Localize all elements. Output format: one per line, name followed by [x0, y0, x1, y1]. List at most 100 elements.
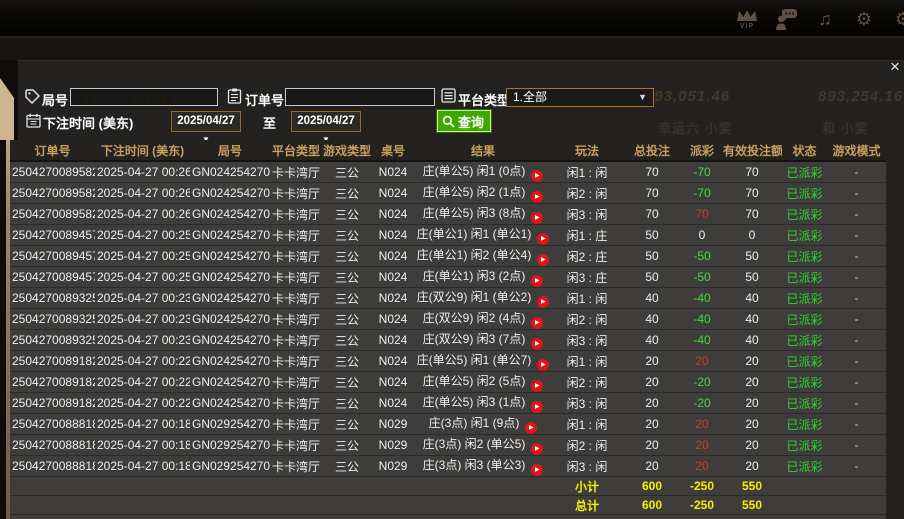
cell-valid-bet: 70 — [722, 204, 782, 225]
sub-header-band — [0, 37, 904, 61]
cell-order: 250427008958261 — [10, 183, 95, 204]
cell-round: GN0242542700G — [190, 372, 270, 393]
column-header: 下注时间 (美东) — [95, 140, 190, 161]
result-text: 庄(单公1) 闲1 (单公1) — [417, 225, 532, 242]
bet-records-table: 订单号下注时间 (美东)局号平台类型游戏类型桌号结果玩法总投注派彩有效投注额状态… — [10, 140, 886, 519]
round-input[interactable] — [70, 88, 218, 106]
total-payout: -250 — [682, 496, 722, 515]
result-text: 庄(3点) 闲1 (9点) — [429, 414, 520, 431]
cell-table_no: N029 — [372, 414, 414, 435]
vip-crown-icon[interactable]: VIP — [734, 5, 760, 33]
empty-cell — [552, 515, 622, 519]
cell-time: 2025-04-27 00:22:14 — [95, 393, 190, 414]
result-text: 庄(单公5) 闲2 (1点) — [423, 183, 526, 200]
platform-select[interactable]: 1.全部 ▼ — [506, 88, 654, 107]
cell-status: 已派彩 — [782, 183, 827, 204]
replay-play-icon[interactable]: ▶ — [537, 254, 549, 266]
column-header: 状态 — [782, 140, 827, 161]
cell-time: 2025-04-27 00:18:32 — [95, 435, 190, 456]
replay-play-icon[interactable]: ▶ — [525, 422, 537, 434]
cell-payout: -40 — [682, 288, 722, 309]
cell-game-mode: - — [827, 393, 886, 414]
replay-play-icon[interactable]: ▶ — [531, 212, 543, 224]
cell-play-type: 闲2 : 庄 — [552, 246, 622, 267]
cell-total-bet: 50 — [622, 267, 682, 288]
settings-gear-icon[interactable]: ⚙ — [851, 5, 877, 33]
cell-valid-bet: 50 — [722, 246, 782, 267]
replay-play-icon[interactable]: ▶ — [531, 275, 543, 287]
cell-payout: 20 — [682, 435, 722, 456]
replay-play-icon[interactable]: ▶ — [531, 170, 543, 182]
betting-records-screen: VIP ♫ ⚙ ⚙ 893,051.46 893,254.16 幸运六 小奖 和… — [0, 0, 904, 519]
cell-table_no: N029 — [372, 456, 414, 477]
cell-play-type: 闲2 : 闲 — [552, 309, 622, 330]
chevron-down-icon: ▼ — [638, 89, 647, 106]
replay-play-icon[interactable]: ▶ — [531, 317, 543, 329]
cell-status: 已派彩 — [782, 288, 827, 309]
round-filter-label: 局号 — [42, 90, 68, 109]
cell-total-bet: 40 — [622, 309, 682, 330]
music-note-icon[interactable]: ♫ — [812, 5, 838, 33]
cell-game-mode: - — [827, 372, 886, 393]
music-note-glyph: ♫ — [818, 10, 832, 28]
replay-play-icon[interactable]: ▶ — [531, 401, 543, 413]
cell-payout: 20 — [682, 351, 722, 372]
edge-partial-glyph: ⚙ — [895, 10, 904, 28]
cell-play-type: 闲2 : 闲 — [552, 183, 622, 204]
date-to-select[interactable]: 2025/04/27 ▼ — [291, 111, 361, 132]
cell-round: GN0242542700H — [190, 330, 270, 351]
cell-status: 已派彩 — [782, 351, 827, 372]
cell-platform: 卡卡湾厅 — [270, 456, 322, 477]
cell-result: 庄(3点) 闲3 (单公3)▶ — [414, 456, 552, 477]
cell-platform: 卡卡湾厅 — [270, 267, 322, 288]
cell-platform: 卡卡湾厅 — [270, 161, 322, 183]
empty-cell — [414, 515, 552, 519]
empty-cell — [782, 477, 827, 496]
search-icon — [442, 115, 455, 128]
replay-play-icon[interactable]: ▶ — [537, 296, 549, 308]
cell-payout: 0 — [682, 225, 722, 246]
cell-platform: 卡卡湾厅 — [270, 435, 322, 456]
replay-play-icon[interactable]: ▶ — [537, 359, 549, 371]
cell-order: 250427008945718 — [10, 225, 95, 246]
cell-result: 庄(双公9) 闲1 (单公2)▶ — [414, 288, 552, 309]
replay-play-icon[interactable]: ▶ — [531, 338, 543, 350]
cell-status: 已派彩 — [782, 225, 827, 246]
cell-platform: 卡卡湾厅 — [270, 330, 322, 351]
empty-cell — [827, 496, 886, 515]
cell-total-bet: 70 — [622, 204, 682, 225]
empty-cell — [827, 477, 886, 496]
order-input[interactable] — [285, 88, 435, 106]
result-text: 庄(双公9) 闲3 (7点) — [423, 330, 526, 347]
cell-valid-bet: 20 — [722, 393, 782, 414]
filler-row — [10, 515, 886, 519]
calendar-icon — [26, 113, 41, 133]
cell-time: 2025-04-27 00:22:14 — [95, 351, 190, 372]
date-from-select[interactable]: 2025/04/27 ▼ — [171, 111, 241, 132]
replay-play-icon[interactable]: ▶ — [531, 191, 543, 203]
to-label: 至 — [263, 113, 276, 132]
cell-play-type: 闲1 : 闲 — [552, 351, 622, 372]
cell-table_no: N024 — [372, 161, 414, 183]
close-icon[interactable]: × — [886, 58, 904, 76]
cell-play-type: 闲2 : 闲 — [552, 435, 622, 456]
replay-play-icon[interactable]: ▶ — [531, 380, 543, 392]
table-row: 2504270089325862025-04-27 00:23:41GN0242… — [10, 288, 886, 309]
cell-round: GN0292542700E — [190, 414, 270, 435]
search-button[interactable]: 查询 — [437, 110, 491, 132]
column-header: 结果 — [414, 140, 552, 161]
replay-play-icon[interactable]: ▶ — [531, 464, 543, 476]
cell-order: 250427008945715 — [10, 267, 95, 288]
cell-status: 已派彩 — [782, 309, 827, 330]
cell-status: 已派彩 — [782, 456, 827, 477]
edge-partial-icon[interactable]: ⚙ — [890, 5, 904, 33]
empty-cell — [270, 477, 322, 496]
empty-cell — [372, 496, 414, 515]
cell-round: GN0242542700I — [190, 225, 270, 246]
cell-total-bet: 20 — [622, 351, 682, 372]
cell-status: 已派彩 — [782, 267, 827, 288]
support-chat-icon[interactable] — [773, 5, 799, 33]
replay-play-icon[interactable]: ▶ — [531, 443, 543, 455]
replay-play-icon[interactable]: ▶ — [537, 233, 549, 245]
result-text: 庄(3点) 闲2 (单公5) — [423, 435, 526, 452]
